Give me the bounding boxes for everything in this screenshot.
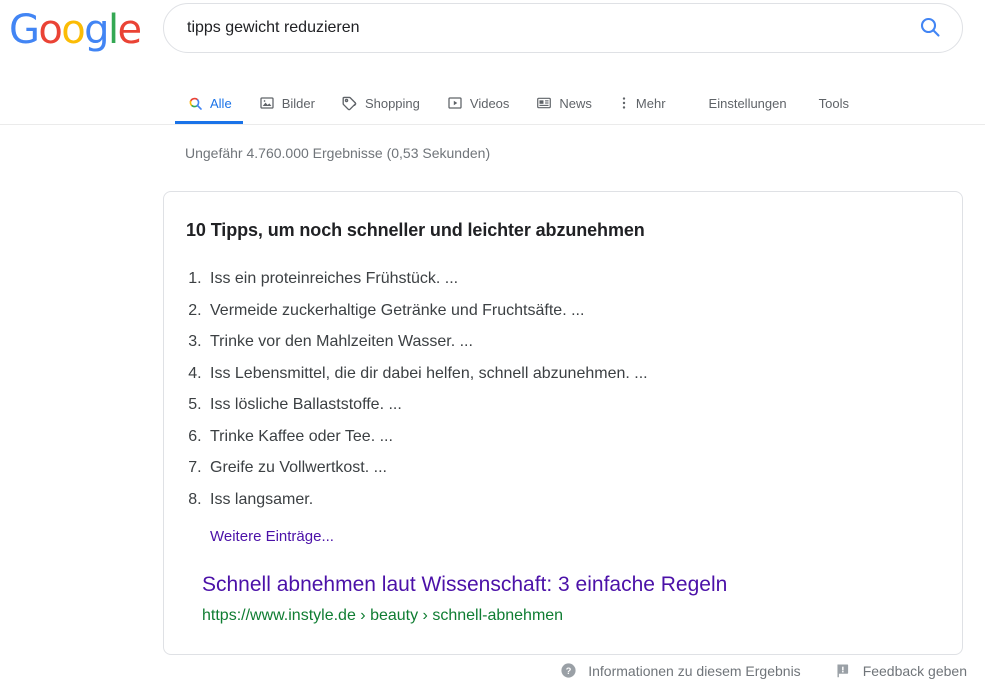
- list-item: Vermeide zuckerhaltige Getränke und Fruc…: [206, 295, 942, 327]
- tab-label-alle: Alle: [210, 95, 232, 111]
- result-stats: Ungefähr 4.760.000 Ergebnisse (0,53 Seku…: [185, 145, 491, 161]
- featured-snippet-card: 10 Tipps, um noch schneller und leichter…: [163, 191, 963, 655]
- logo-letter-l: l: [107, 7, 119, 53]
- tab-mehr[interactable]: Mehr: [607, 82, 677, 124]
- logo-letter-g2: g: [84, 7, 109, 53]
- logo-letter-e: e: [117, 7, 142, 53]
- search-submit-button[interactable]: [902, 6, 958, 50]
- more-vertical-icon: [618, 94, 630, 112]
- tab-label-shopping: Shopping: [364, 95, 420, 111]
- list-item: Iss langsamer.: [206, 484, 942, 516]
- result-url[interactable]: https://www.instyle.de › beauty › schnel…: [202, 605, 942, 627]
- search-header: Google Alle: [0, 0, 985, 125]
- search-input[interactable]: [164, 14, 902, 42]
- list-item: Greife zu Vollwertkost. ...: [206, 452, 942, 484]
- list-item: Trinke Kaffee oder Tee. ...: [206, 421, 942, 453]
- search-tabbar: Alle Bilder Shopping Videos News Mehr Ei…: [0, 82, 985, 125]
- tab-shopping[interactable]: Shopping: [330, 82, 431, 124]
- tab-alle[interactable]: Alle: [175, 82, 243, 124]
- newspaper-icon: [535, 94, 553, 112]
- google-logo[interactable]: Google: [9, 7, 142, 53]
- tab-label-bilder: Bilder: [281, 95, 315, 111]
- featured-snippet-list: Iss ein proteinreiches Frühstück. ... Ve…: [184, 263, 942, 515]
- google-search-icon: [186, 94, 204, 112]
- feedback-button[interactable]: Feedback geben: [835, 662, 967, 679]
- tab-einstellungen[interactable]: Einstellungen: [695, 82, 801, 124]
- logo-letter-o1: o: [38, 7, 62, 53]
- tab-videos[interactable]: Videos: [435, 82, 521, 124]
- play-box-icon: [446, 94, 464, 112]
- tag-icon: [341, 94, 359, 112]
- tab-tools[interactable]: Tools: [805, 82, 863, 124]
- image-icon: [258, 94, 276, 112]
- tab-label-tools: Tools: [818, 95, 849, 111]
- list-item: Iss lösliche Ballaststoffe. ...: [206, 389, 942, 421]
- about-result-button[interactable]: ? Informationen zu diesem Ergebnis: [560, 662, 801, 679]
- flag-feedback-icon: [835, 662, 852, 679]
- featured-snippet-title: 10 Tipps, um noch schneller und leichter…: [186, 220, 645, 240]
- list-item: Trinke vor den Mahlzeiten Wasser. ...: [206, 326, 942, 358]
- list-item: Iss ein proteinreiches Frühstück. ...: [206, 263, 942, 295]
- tab-bilder[interactable]: Bilder: [247, 82, 326, 124]
- tab-label-news: News: [559, 95, 592, 111]
- logo-letter-o2: o: [61, 7, 85, 53]
- tab-news[interactable]: News: [524, 82, 603, 124]
- about-result-label: Informationen zu diesem Ergebnis: [588, 662, 801, 679]
- result-footer: ? Informationen zu diesem Ergebnis Feedb…: [0, 662, 985, 679]
- svg-text:?: ?: [566, 666, 572, 676]
- tab-label-mehr: Mehr: [635, 95, 666, 111]
- tab-label-videos: Videos: [469, 95, 510, 111]
- more-entries-link[interactable]: Weitere Einträge...: [210, 528, 334, 545]
- result-title-link[interactable]: Schnell abnehmen laut Wissenschaft: 3 ei…: [202, 572, 942, 598]
- list-item: Iss Lebensmittel, die dir dabei helfen, …: [206, 358, 942, 390]
- search-box[interactable]: [163, 3, 963, 53]
- tab-label-einstellungen: Einstellungen: [708, 95, 787, 111]
- search-icon: [918, 15, 942, 42]
- logo-letter-g1: G: [9, 7, 40, 53]
- help-circle-icon: ?: [560, 662, 577, 679]
- feedback-label: Feedback geben: [862, 662, 967, 679]
